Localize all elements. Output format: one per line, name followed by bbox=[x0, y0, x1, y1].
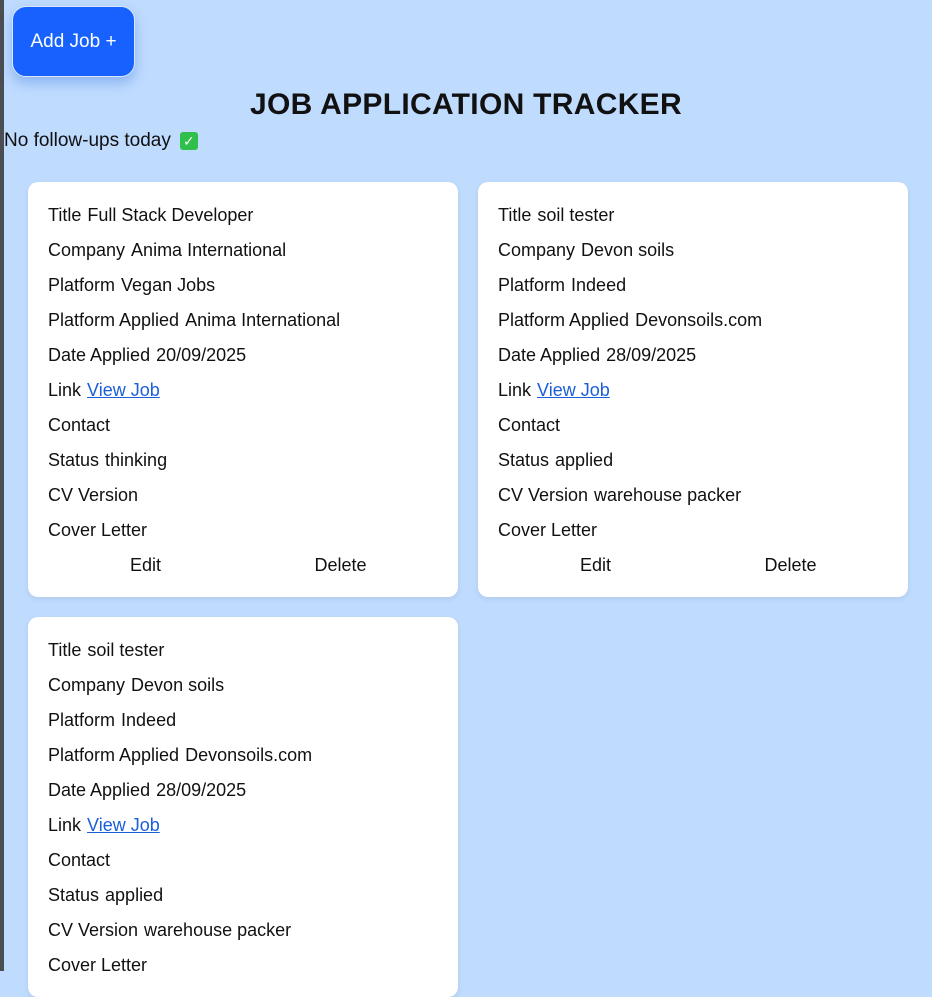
page-title: JOB APPLICATION TRACKER bbox=[250, 88, 682, 121]
job-company-label: Company bbox=[48, 675, 126, 695]
job-cover-letter-field: Cover Letter bbox=[48, 952, 438, 987]
job-company-value: Devon soils bbox=[131, 675, 225, 695]
job-date-applied-field: Date Applied 20/09/2025 bbox=[48, 342, 438, 377]
job-platform-value: Indeed bbox=[571, 275, 627, 295]
delete-button[interactable]: Delete bbox=[243, 552, 438, 587]
job-company-value: Devon soils bbox=[581, 240, 675, 260]
job-cover-letter-label: Cover Letter bbox=[48, 955, 148, 975]
view-job-link[interactable]: View Job bbox=[537, 380, 610, 400]
view-job-link[interactable]: View Job bbox=[87, 815, 160, 835]
job-platform-applied-field: Platform Applied Anima International bbox=[48, 307, 438, 342]
job-contact-label: Contact bbox=[498, 415, 561, 435]
job-platform-applied-field: Platform Applied Devonsoils.com bbox=[498, 307, 888, 342]
job-card: Title soil tester Company Devon soils Plat… bbox=[478, 182, 908, 597]
job-contact-label: Contact bbox=[48, 415, 111, 435]
job-link-field: Link View Job bbox=[498, 377, 888, 412]
job-platform-field: Platform Indeed bbox=[498, 272, 888, 307]
job-status-label: Status bbox=[498, 450, 550, 470]
job-platform-applied-label: Platform Applied bbox=[48, 745, 180, 765]
job-title-field: Title soil tester bbox=[498, 202, 888, 237]
job-company-label: Company bbox=[498, 240, 576, 260]
job-contact-field: Contact bbox=[48, 412, 438, 447]
job-date-applied-value: 28/09/2025 bbox=[156, 780, 247, 800]
edit-button[interactable]: Edit bbox=[498, 552, 693, 587]
job-cover-letter-field: Cover Letter bbox=[48, 517, 438, 552]
job-link-label: Link bbox=[498, 380, 532, 400]
job-date-applied-field: Date Applied 28/09/2025 bbox=[48, 777, 438, 812]
job-platform-applied-value: Devonsoils.com bbox=[185, 745, 313, 765]
job-status-field: Status thinking bbox=[48, 447, 438, 482]
job-company-value: Anima International bbox=[131, 240, 287, 260]
job-cover-letter-label: Cover Letter bbox=[48, 520, 148, 540]
edit-button[interactable]: Edit bbox=[48, 552, 243, 587]
job-cv-version-label: CV Version bbox=[498, 485, 589, 505]
followups-status: No follow-ups today ✓ bbox=[4, 130, 198, 152]
job-title-label: Title bbox=[48, 640, 82, 660]
job-title-value: Full Stack Developer bbox=[87, 205, 254, 225]
job-link-label: Link bbox=[48, 815, 82, 835]
job-card: Title soil tester Company Devon soils Plat… bbox=[28, 617, 458, 997]
job-card-actions: Edit Delete bbox=[48, 552, 438, 587]
job-card: Title Full Stack Developer Company Anima I… bbox=[28, 182, 458, 597]
job-platform-value: Vegan Jobs bbox=[121, 275, 216, 295]
job-cv-version-label: CV Version bbox=[48, 920, 139, 940]
job-platform-label: Platform bbox=[48, 275, 116, 295]
job-title-field: Title Full Stack Developer bbox=[48, 202, 438, 237]
job-company-label: Company bbox=[48, 240, 126, 260]
job-platform-applied-label: Platform Applied bbox=[48, 310, 180, 330]
job-status-field: Status applied bbox=[498, 447, 888, 482]
job-cv-version-value: warehouse packer bbox=[594, 485, 742, 505]
job-date-applied-label: Date Applied bbox=[48, 345, 151, 365]
job-link-label: Link bbox=[48, 380, 82, 400]
job-platform-label: Platform bbox=[48, 710, 116, 730]
delete-button[interactable]: Delete bbox=[693, 552, 888, 587]
job-status-label: Status bbox=[48, 450, 100, 470]
job-cv-version-value: warehouse packer bbox=[144, 920, 292, 940]
job-company-field: Company Devon soils bbox=[498, 237, 888, 272]
job-status-field: Status applied bbox=[48, 882, 438, 917]
view-job-link[interactable]: View Job bbox=[87, 380, 160, 400]
job-platform-value: Indeed bbox=[121, 710, 177, 730]
job-date-applied-label: Date Applied bbox=[498, 345, 601, 365]
job-platform-applied-value: Anima International bbox=[185, 310, 341, 330]
job-cover-letter-label: Cover Letter bbox=[498, 520, 598, 540]
job-title-label: Title bbox=[48, 205, 82, 225]
job-date-applied-value: 28/09/2025 bbox=[606, 345, 697, 365]
job-cv-version-field: CV Version warehouse packer bbox=[498, 482, 888, 517]
job-date-applied-value: 20/09/2025 bbox=[156, 345, 247, 365]
job-link-field: Link View Job bbox=[48, 812, 438, 847]
job-date-applied-field: Date Applied 28/09/2025 bbox=[498, 342, 888, 377]
job-platform-applied-label: Platform Applied bbox=[498, 310, 630, 330]
job-status-value: applied bbox=[105, 885, 164, 905]
job-cv-version-field: CV Version bbox=[48, 482, 438, 517]
job-link-field: Link View Job bbox=[48, 377, 438, 412]
job-contact-field: Contact bbox=[498, 412, 888, 447]
job-platform-label: Platform bbox=[498, 275, 566, 295]
check-mark-icon: ✓ bbox=[179, 132, 198, 150]
job-date-applied-label: Date Applied bbox=[48, 780, 151, 800]
add-job-button[interactable]: Add Job + bbox=[12, 6, 135, 77]
followups-text: No follow-ups today bbox=[4, 130, 171, 151]
job-status-label: Status bbox=[48, 885, 100, 905]
job-status-value: applied bbox=[555, 450, 614, 470]
job-contact-label: Contact bbox=[48, 850, 111, 870]
job-title-label: Title bbox=[498, 205, 532, 225]
job-platform-field: Platform Indeed bbox=[48, 707, 438, 742]
job-title-field: Title soil tester bbox=[48, 637, 438, 672]
job-platform-applied-value: Devonsoils.com bbox=[635, 310, 763, 330]
job-cv-version-field: CV Version warehouse packer bbox=[48, 917, 438, 952]
job-title-value: soil tester bbox=[537, 205, 615, 225]
job-company-field: Company Anima International bbox=[48, 237, 438, 272]
job-contact-field: Contact bbox=[48, 847, 438, 882]
job-card-actions: Edit Delete bbox=[498, 552, 888, 587]
job-platform-field: Platform Vegan Jobs bbox=[48, 272, 438, 307]
job-status-value: thinking bbox=[105, 450, 168, 470]
job-cover-letter-field: Cover Letter bbox=[498, 517, 888, 552]
job-company-field: Company Devon soils bbox=[48, 672, 438, 707]
job-platform-applied-field: Platform Applied Devonsoils.com bbox=[48, 742, 438, 777]
job-cv-version-label: CV Version bbox=[48, 485, 139, 505]
job-title-value: soil tester bbox=[87, 640, 165, 660]
